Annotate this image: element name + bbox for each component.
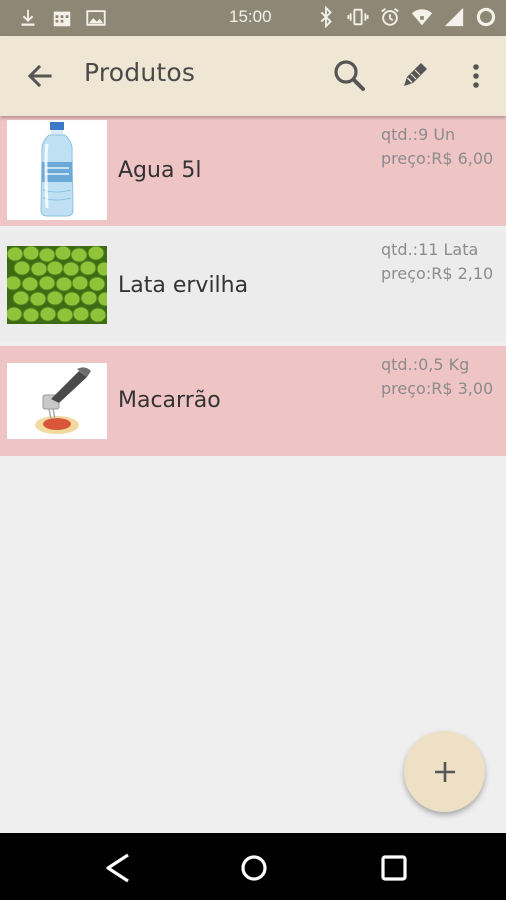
water-bottle-image <box>7 120 107 220</box>
alarm-icon <box>378 5 402 29</box>
wifi-icon <box>410 5 434 29</box>
product-list: Agua 5l qtd.:9 Un preço:R$ 6,00 Lata erv… <box>0 116 506 461</box>
status-notifications <box>16 6 108 30</box>
peas-image <box>7 246 107 324</box>
nav-back-icon[interactable] <box>100 850 136 886</box>
edit-icon[interactable] <box>396 56 434 94</box>
page-title: Produtos <box>84 58 196 87</box>
nav-recents-icon[interactable] <box>376 850 412 886</box>
product-price: preço:R$ 2,10 <box>381 264 494 283</box>
product-meta: qtd.:9 Un preço:R$ 6,00 <box>381 123 493 171</box>
product-qty: qtd.:0,5 Kg <box>381 355 470 374</box>
product-qty: qtd.:11 Lata <box>381 240 479 259</box>
product-name: Lata ervilha <box>118 273 249 298</box>
status-bar: 15:00 <box>0 0 506 36</box>
image-icon <box>84 6 108 30</box>
back-arrow-icon[interactable] <box>22 58 58 94</box>
signal-icon <box>442 5 466 29</box>
product-name: Agua 5l <box>118 158 202 183</box>
plus-icon <box>431 758 459 786</box>
product-qty: qtd.:9 Un <box>381 125 456 144</box>
product-price: preço:R$ 6,00 <box>381 149 494 168</box>
bluetooth-icon <box>314 5 338 29</box>
list-item[interactable]: Lata ervilha qtd.:11 Lata preço:R$ 2,10 <box>0 231 506 341</box>
calendar-icon <box>50 6 74 30</box>
product-meta: qtd.:11 Lata preço:R$ 2,10 <box>381 238 493 286</box>
list-item[interactable]: Macarrão qtd.:0,5 Kg preço:R$ 3,00 <box>0 346 506 456</box>
add-product-button[interactable] <box>404 731 485 812</box>
app-toolbar: Produtos <box>0 36 506 116</box>
status-system-icons <box>314 5 498 29</box>
product-meta: qtd.:0,5 Kg preço:R$ 3,00 <box>381 353 493 401</box>
system-nav-bar <box>0 833 506 900</box>
vibrate-icon <box>346 5 370 29</box>
battery-icon <box>474 5 498 29</box>
product-price: preço:R$ 3,00 <box>381 379 494 398</box>
download-icon <box>16 6 40 30</box>
nav-home-icon[interactable] <box>236 850 272 886</box>
more-vert-icon[interactable] <box>462 58 490 94</box>
status-time: 15:00 <box>229 7 272 26</box>
list-item[interactable]: Agua 5l qtd.:9 Un preço:R$ 6,00 <box>0 116 506 226</box>
pasta-image <box>7 363 107 439</box>
product-name: Macarrão <box>118 388 221 413</box>
search-icon[interactable] <box>330 56 368 94</box>
